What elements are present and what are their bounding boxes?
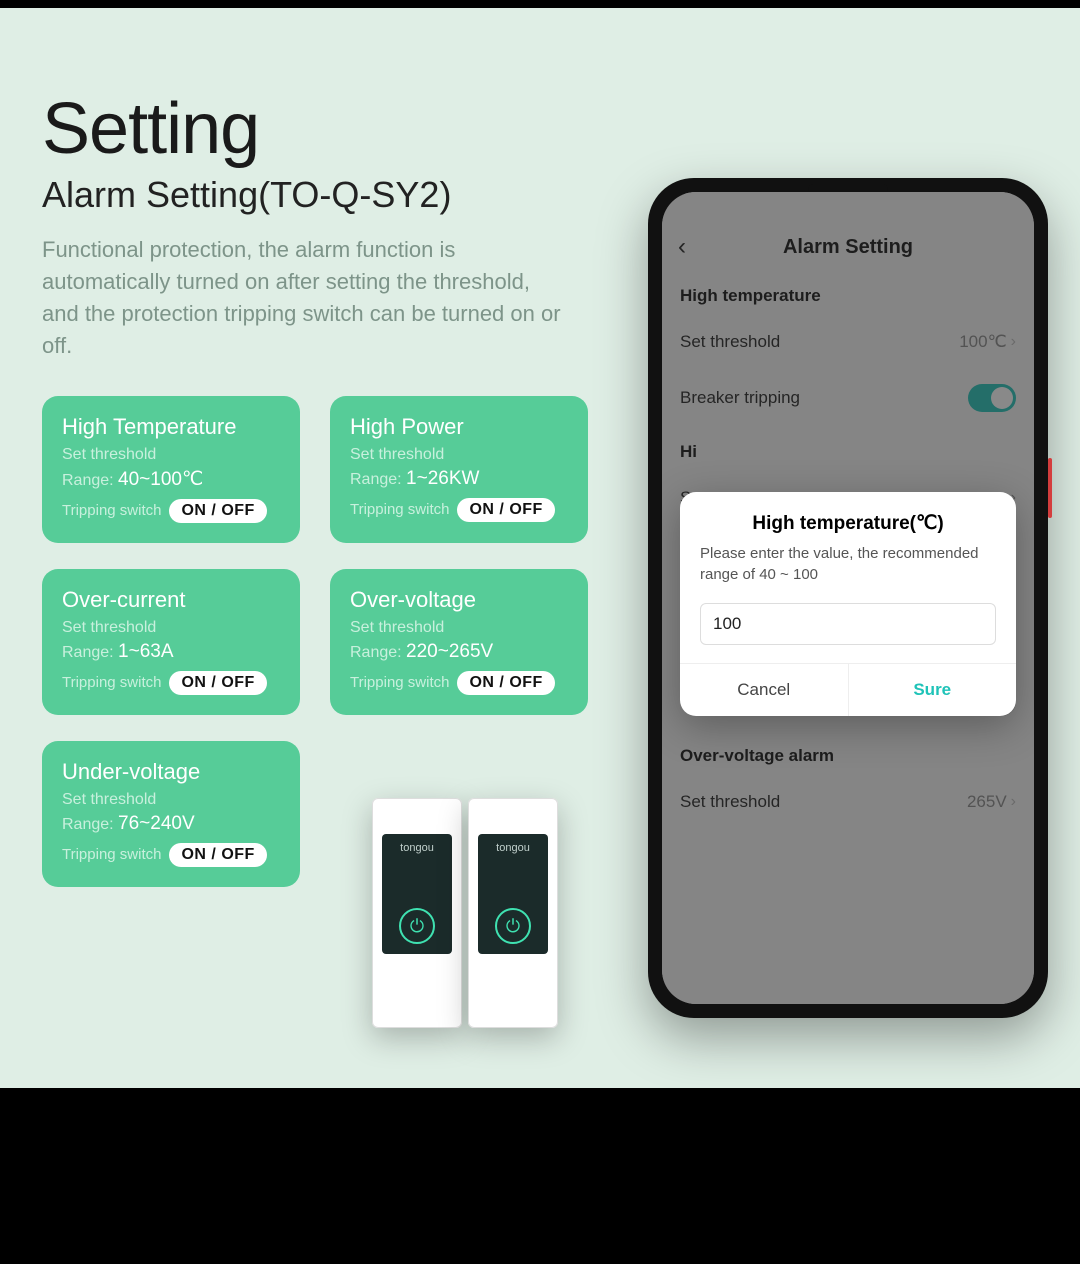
card-high-temperature: High Temperature Set threshold Range: 40… [42, 396, 300, 543]
range-label: Range: [62, 472, 114, 489]
cancel-button[interactable]: Cancel [680, 664, 849, 716]
card-range: Range: 1~26KW [350, 468, 568, 490]
onoff-pill: ON / OFF [457, 671, 554, 695]
range-label: Range: [62, 644, 114, 661]
card-title: Over-voltage [350, 587, 568, 613]
card-threshold-label: Set threshold [350, 619, 568, 637]
breaker-device: tongou ⏻ [372, 798, 462, 1028]
trip-label: Tripping switch [62, 846, 161, 863]
onoff-pill: ON / OFF [457, 498, 554, 522]
card-over-current: Over-current Set threshold Range: 1~63A … [42, 569, 300, 715]
power-icon: ⏻ [495, 908, 531, 944]
card-range: Range: 220~265V [350, 641, 568, 663]
card-title: Under-voltage [62, 759, 280, 785]
card-range: Range: 76~240V [62, 813, 280, 835]
breaker-device: tongou ⏻ [468, 798, 558, 1028]
power-icon: ⏻ [399, 908, 435, 944]
product-image: tongou ⏻ tongou ⏻ [340, 758, 590, 1028]
trip-label: Tripping switch [350, 674, 449, 691]
dialog-message: Please enter the value, the recommended … [680, 543, 1016, 599]
card-threshold-label: Set threshold [62, 619, 280, 637]
onoff-pill: ON / OFF [169, 671, 266, 695]
range-value: 76~240V [118, 813, 195, 834]
card-threshold-label: Set threshold [350, 446, 568, 464]
card-under-voltage: Under-voltage Set threshold Range: 76~24… [42, 741, 300, 887]
card-range: Range: 1~63A [62, 641, 280, 663]
sure-button[interactable]: Sure [849, 664, 1017, 716]
range-value: 40~100℃ [118, 469, 203, 490]
card-title: High Power [350, 414, 568, 440]
dialog-title: High temperature(℃) [680, 492, 1016, 543]
brand-label: tongou [382, 842, 452, 854]
onoff-pill: ON / OFF [169, 843, 266, 867]
range-value: 1~26KW [406, 468, 479, 489]
page-subtitle: Alarm Setting(TO-Q-SY2) [42, 174, 602, 216]
card-threshold-label: Set threshold [62, 791, 280, 809]
card-range: Range: 40~100℃ [62, 468, 280, 491]
range-label: Range: [350, 471, 402, 488]
card-title: Over-current [62, 587, 280, 613]
trip-label: Tripping switch [350, 501, 449, 518]
page-description: Functional protection, the alarm functio… [42, 234, 572, 362]
range-value: 220~265V [406, 641, 493, 662]
brand-label: tongou [478, 842, 548, 854]
range-label: Range: [62, 816, 114, 833]
phone-mockup: ‹ Alarm Setting High temperature Set thr… [648, 178, 1048, 1018]
onoff-pill: ON / OFF [169, 499, 266, 523]
card-title: High Temperature [62, 414, 280, 440]
page-title: Setting [42, 88, 602, 170]
trip-label: Tripping switch [62, 502, 161, 519]
trip-label: Tripping switch [62, 674, 161, 691]
range-value: 1~63A [118, 641, 173, 662]
card-over-voltage: Over-voltage Set threshold Range: 220~26… [330, 569, 588, 715]
card-threshold-label: Set threshold [62, 446, 280, 464]
range-label: Range: [350, 644, 402, 661]
dialog-input[interactable]: 100 [700, 603, 996, 645]
card-high-power: High Power Set threshold Range: 1~26KW T… [330, 396, 588, 543]
dialog-high-temperature: High temperature(℃) Please enter the val… [680, 492, 1016, 716]
